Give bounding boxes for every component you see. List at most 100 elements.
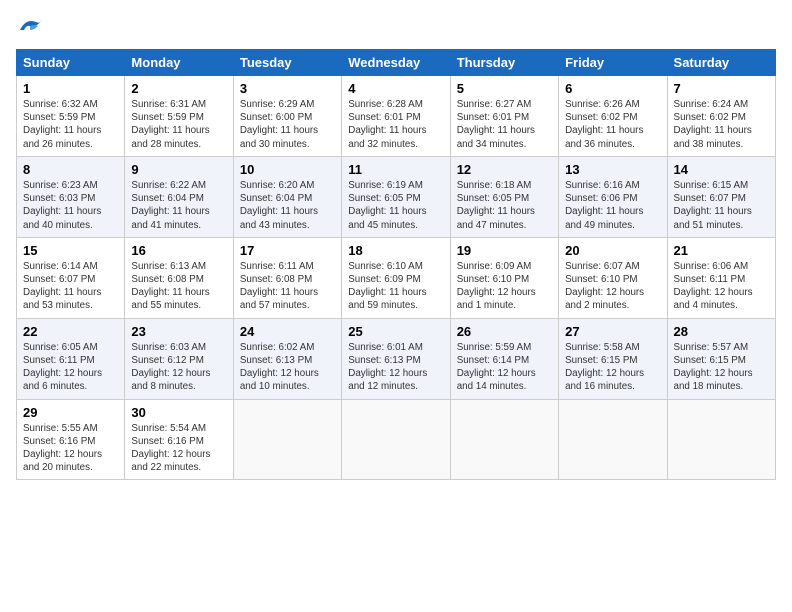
calendar-cell: 27 Sunrise: 5:58 AM Sunset: 6:15 PM Dayli… bbox=[559, 318, 667, 399]
day-info: Sunrise: 5:59 AM Sunset: 6:14 PM Dayligh… bbox=[457, 341, 552, 394]
calendar-cell bbox=[667, 399, 775, 480]
calendar-week-5: 29 Sunrise: 5:55 AM Sunset: 6:16 PM Dayli… bbox=[17, 399, 776, 480]
day-number: 8 bbox=[23, 162, 118, 177]
day-info: Sunrise: 6:28 AM Sunset: 6:01 PM Dayligh… bbox=[348, 98, 443, 151]
calendar-cell: 30 Sunrise: 5:54 AM Sunset: 6:16 PM Dayli… bbox=[125, 399, 233, 480]
calendar-cell: 13Sunrise: 6:16 AM Sunset: 6:06 PM Dayli… bbox=[559, 156, 667, 237]
calendar-cell: 23 Sunrise: 6:03 AM Sunset: 6:12 PM Dayli… bbox=[125, 318, 233, 399]
calendar-cell: 28 Sunrise: 5:57 AM Sunset: 6:15 PM Dayli… bbox=[667, 318, 775, 399]
day-info: Sunrise: 6:31 AM Sunset: 5:59 PM Dayligh… bbox=[131, 98, 226, 151]
calendar-cell: 24 Sunrise: 6:02 AM Sunset: 6:13 PM Dayli… bbox=[233, 318, 341, 399]
day-number: 27 bbox=[565, 324, 660, 339]
day-info: Sunrise: 6:07 AM Sunset: 6:10 PM Dayligh… bbox=[565, 260, 660, 313]
day-number: 30 bbox=[131, 405, 226, 420]
calendar-header: SundayMondayTuesdayWednesdayThursdayFrid… bbox=[17, 50, 776, 76]
calendar-cell: 1Sunrise: 6:32 AM Sunset: 5:59 PM Daylig… bbox=[17, 76, 125, 157]
day-number: 28 bbox=[674, 324, 769, 339]
day-info: Sunrise: 6:26 AM Sunset: 6:02 PM Dayligh… bbox=[565, 98, 660, 151]
page-header bbox=[16, 16, 776, 41]
calendar-week-2: 8 Sunrise: 6:23 AM Sunset: 6:03 PM Daylig… bbox=[17, 156, 776, 237]
calendar-cell: 19 Sunrise: 6:09 AM Sunset: 6:10 PM Dayli… bbox=[450, 237, 558, 318]
calendar-cell bbox=[559, 399, 667, 480]
day-info: Sunrise: 6:23 AM Sunset: 6:03 PM Dayligh… bbox=[23, 179, 118, 232]
day-info: Sunrise: 6:01 AM Sunset: 6:13 PM Dayligh… bbox=[348, 341, 443, 394]
calendar-cell: 26 Sunrise: 5:59 AM Sunset: 6:14 PM Dayli… bbox=[450, 318, 558, 399]
day-number: 26 bbox=[457, 324, 552, 339]
calendar-cell bbox=[233, 399, 341, 480]
calendar-cell bbox=[342, 399, 450, 480]
day-info: Sunrise: 6:14 AM Sunset: 6:07 PM Dayligh… bbox=[23, 260, 118, 313]
day-info: Sunrise: 6:27 AM Sunset: 6:01 PM Dayligh… bbox=[457, 98, 552, 151]
day-number: 18 bbox=[348, 243, 443, 258]
calendar-cell: 2Sunrise: 6:31 AM Sunset: 5:59 PM Daylig… bbox=[125, 76, 233, 157]
day-info: Sunrise: 5:54 AM Sunset: 6:16 PM Dayligh… bbox=[131, 422, 226, 475]
day-number: 3 bbox=[240, 81, 335, 96]
day-info: Sunrise: 5:58 AM Sunset: 6:15 PM Dayligh… bbox=[565, 341, 660, 394]
calendar-cell: 9 Sunrise: 6:22 AM Sunset: 6:04 PM Daylig… bbox=[125, 156, 233, 237]
day-info: Sunrise: 6:18 AM Sunset: 6:05 PM Dayligh… bbox=[457, 179, 552, 232]
day-number: 12 bbox=[457, 162, 552, 177]
day-number: 16 bbox=[131, 243, 226, 258]
calendar-week-4: 22 Sunrise: 6:05 AM Sunset: 6:11 PM Dayli… bbox=[17, 318, 776, 399]
day-info: Sunrise: 6:22 AM Sunset: 6:04 PM Dayligh… bbox=[131, 179, 226, 232]
calendar-cell: 8 Sunrise: 6:23 AM Sunset: 6:03 PM Daylig… bbox=[17, 156, 125, 237]
day-info: Sunrise: 6:05 AM Sunset: 6:11 PM Dayligh… bbox=[23, 341, 118, 394]
calendar-cell: 3Sunrise: 6:29 AM Sunset: 6:00 PM Daylig… bbox=[233, 76, 341, 157]
calendar-cell: 15 Sunrise: 6:14 AM Sunset: 6:07 PM Dayli… bbox=[17, 237, 125, 318]
day-number: 19 bbox=[457, 243, 552, 258]
logo bbox=[16, 16, 44, 41]
day-info: Sunrise: 6:24 AM Sunset: 6:02 PM Dayligh… bbox=[674, 98, 769, 151]
day-number: 22 bbox=[23, 324, 118, 339]
calendar-cell: 4 Sunrise: 6:28 AM Sunset: 6:01 PM Daylig… bbox=[342, 76, 450, 157]
day-info: Sunrise: 5:57 AM Sunset: 6:15 PM Dayligh… bbox=[674, 341, 769, 394]
calendar-cell: 5 Sunrise: 6:27 AM Sunset: 6:01 PM Daylig… bbox=[450, 76, 558, 157]
day-info: Sunrise: 6:09 AM Sunset: 6:10 PM Dayligh… bbox=[457, 260, 552, 313]
calendar-cell: 14 Sunrise: 6:15 AM Sunset: 6:07 PM Dayli… bbox=[667, 156, 775, 237]
calendar-cell: 16 Sunrise: 6:13 AM Sunset: 6:08 PM Dayli… bbox=[125, 237, 233, 318]
calendar-body: 1Sunrise: 6:32 AM Sunset: 5:59 PM Daylig… bbox=[17, 76, 776, 480]
day-header-tuesday: Tuesday bbox=[233, 50, 341, 76]
day-info: Sunrise: 6:10 AM Sunset: 6:09 PM Dayligh… bbox=[348, 260, 443, 313]
logo-text bbox=[16, 16, 44, 41]
day-info: Sunrise: 6:02 AM Sunset: 6:13 PM Dayligh… bbox=[240, 341, 335, 394]
calendar-cell: 25Sunrise: 6:01 AM Sunset: 6:13 PM Dayli… bbox=[342, 318, 450, 399]
calendar-week-3: 15 Sunrise: 6:14 AM Sunset: 6:07 PM Dayli… bbox=[17, 237, 776, 318]
day-number: 4 bbox=[348, 81, 443, 96]
day-number: 6 bbox=[565, 81, 660, 96]
day-number: 23 bbox=[131, 324, 226, 339]
day-number: 24 bbox=[240, 324, 335, 339]
day-number: 9 bbox=[131, 162, 226, 177]
day-number: 14 bbox=[674, 162, 769, 177]
calendar-cell: 20Sunrise: 6:07 AM Sunset: 6:10 PM Dayli… bbox=[559, 237, 667, 318]
day-number: 15 bbox=[23, 243, 118, 258]
calendar-cell: 7 Sunrise: 6:24 AM Sunset: 6:02 PM Daylig… bbox=[667, 76, 775, 157]
day-header-thursday: Thursday bbox=[450, 50, 558, 76]
calendar-cell bbox=[450, 399, 558, 480]
calendar-cell: 21Sunrise: 6:06 AM Sunset: 6:11 PM Dayli… bbox=[667, 237, 775, 318]
day-info: Sunrise: 6:03 AM Sunset: 6:12 PM Dayligh… bbox=[131, 341, 226, 394]
day-header-wednesday: Wednesday bbox=[342, 50, 450, 76]
calendar-week-1: 1Sunrise: 6:32 AM Sunset: 5:59 PM Daylig… bbox=[17, 76, 776, 157]
calendar-cell: 6 Sunrise: 6:26 AM Sunset: 6:02 PM Daylig… bbox=[559, 76, 667, 157]
calendar-cell: 18 Sunrise: 6:10 AM Sunset: 6:09 PM Dayli… bbox=[342, 237, 450, 318]
day-info: Sunrise: 6:20 AM Sunset: 6:04 PM Dayligh… bbox=[240, 179, 335, 232]
day-info: Sunrise: 6:32 AM Sunset: 5:59 PM Dayligh… bbox=[23, 98, 118, 151]
day-info: Sunrise: 6:19 AM Sunset: 6:05 PM Dayligh… bbox=[348, 179, 443, 232]
header-row: SundayMondayTuesdayWednesdayThursdayFrid… bbox=[17, 50, 776, 76]
day-number: 5 bbox=[457, 81, 552, 96]
day-number: 11 bbox=[348, 162, 443, 177]
calendar-cell: 17Sunrise: 6:11 AM Sunset: 6:08 PM Dayli… bbox=[233, 237, 341, 318]
day-number: 29 bbox=[23, 405, 118, 420]
day-info: Sunrise: 6:13 AM Sunset: 6:08 PM Dayligh… bbox=[131, 260, 226, 313]
day-info: Sunrise: 6:15 AM Sunset: 6:07 PM Dayligh… bbox=[674, 179, 769, 232]
day-header-friday: Friday bbox=[559, 50, 667, 76]
calendar-cell: 29 Sunrise: 5:55 AM Sunset: 6:16 PM Dayli… bbox=[17, 399, 125, 480]
calendar-cell: 10Sunrise: 6:20 AM Sunset: 6:04 PM Dayli… bbox=[233, 156, 341, 237]
day-info: Sunrise: 6:06 AM Sunset: 6:11 PM Dayligh… bbox=[674, 260, 769, 313]
day-info: Sunrise: 6:16 AM Sunset: 6:06 PM Dayligh… bbox=[565, 179, 660, 232]
calendar-cell: 11 Sunrise: 6:19 AM Sunset: 6:05 PM Dayli… bbox=[342, 156, 450, 237]
day-header-saturday: Saturday bbox=[667, 50, 775, 76]
day-number: 7 bbox=[674, 81, 769, 96]
day-info: Sunrise: 5:55 AM Sunset: 6:16 PM Dayligh… bbox=[23, 422, 118, 475]
calendar-table: SundayMondayTuesdayWednesdayThursdayFrid… bbox=[16, 49, 776, 480]
